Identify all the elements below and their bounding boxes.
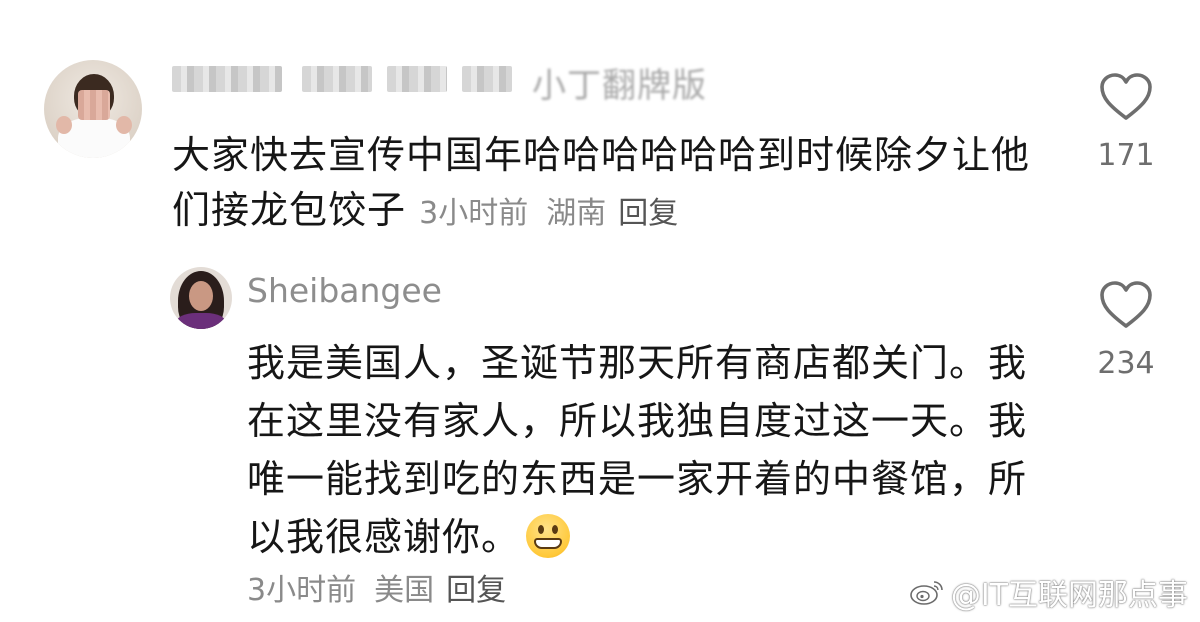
like-count: 171 (1097, 138, 1155, 173)
username-blurred[interactable]: 小丁翻牌版 (172, 56, 732, 106)
reply-button[interactable]: 回复 (446, 573, 506, 608)
like-control[interactable]: 234 (1086, 280, 1166, 381)
avatar[interactable] (170, 267, 232, 329)
comment-meta: 3小时前 美国 回复 (247, 565, 506, 609)
like-control[interactable]: 171 (1086, 72, 1166, 173)
comment-time: 3小时前 (419, 196, 529, 231)
watermark-text: @IT互联网那点事 (950, 578, 1188, 613)
reply-button[interactable]: 回复 (618, 196, 678, 231)
avatar[interactable] (44, 60, 142, 158)
heart-outline-icon[interactable] (1098, 72, 1154, 122)
like-count: 234 (1097, 346, 1155, 381)
username[interactable]: Sheibangee (247, 271, 442, 310)
comment-location: 湖南 (546, 196, 607, 231)
grinning-face-emoji (526, 514, 571, 558)
watermark: @IT互联网那点事 (909, 570, 1188, 614)
comment-meta: 3小时前 湖南 回复 (419, 196, 678, 231)
heart-outline-icon[interactable] (1098, 280, 1154, 330)
weibo-logo-icon (910, 581, 943, 605)
username-fragment: 小丁翻牌版 (532, 66, 707, 106)
comment-text: 我是美国人，圣诞节那天所有商店都关门。我在这里没有家人，所以我独自度过这一天。我… (247, 334, 1027, 566)
comment-body: 我是美国人，圣诞节那天所有商店都关门。我在这里没有家人，所以我独自度过这一天。我… (247, 341, 1028, 559)
comment-time: 3小时前 (247, 573, 357, 608)
comment-text: 大家快去宣传中国年哈哈哈哈哈哈到时候除夕让他们接龙包饺子 3小时前 湖南 回复 (172, 128, 1032, 241)
comment-location: 美国 (374, 573, 435, 608)
